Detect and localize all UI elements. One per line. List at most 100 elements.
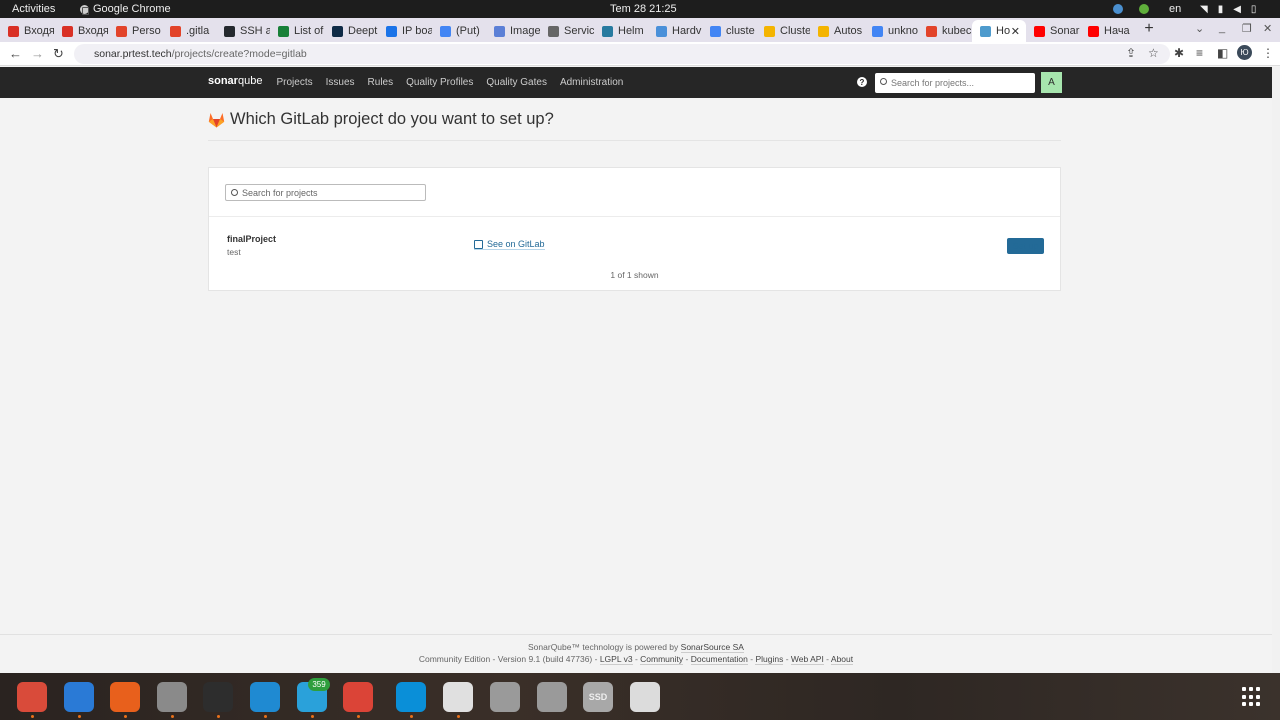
footer-link[interactable]: LGPL v3 <box>599 654 633 665</box>
forward-icon[interactable]: → <box>31 46 44 61</box>
browser-tab[interactable]: Входя <box>54 20 108 42</box>
vscode-icon[interactable] <box>250 682 280 712</box>
footer-separator: - <box>783 654 791 664</box>
browser-tab[interactable]: Входя <box>0 20 54 42</box>
activities-button[interactable]: Activities <box>12 3 55 15</box>
drive-icon[interactable] <box>490 682 520 712</box>
app-center-icon[interactable] <box>110 682 140 712</box>
close-tab-icon[interactable]: ✕ <box>1011 25 1020 38</box>
writer-icon[interactable] <box>64 682 94 712</box>
back-icon[interactable]: ← <box>9 46 22 61</box>
ssd-icon[interactable]: SSD <box>583 682 613 712</box>
address-bar-row: ← → ↻ sonar.prtest.tech/projects/create?… <box>0 42 1280 66</box>
close-window-icon[interactable]: ✕ <box>1263 22 1272 35</box>
reload-icon[interactable]: ↻ <box>53 46 64 62</box>
helm-icon <box>602 25 613 37</box>
footer-link[interactable]: About <box>830 654 854 665</box>
browser-tab[interactable]: Helm <box>594 20 648 42</box>
tray-app-icon[interactable] <box>1113 4 1123 14</box>
global-search-input[interactable]: Search for projects... <box>875 73 1035 93</box>
profile-avatar[interactable]: Ю <box>1237 45 1252 60</box>
browser-tab[interactable]: Perso <box>108 20 162 42</box>
tab-strip: Входя Входя Perso .gitla SSH a List of Deept IP… <box>0 18 1280 42</box>
language-indicator[interactable]: en <box>1169 3 1181 15</box>
tray-check-icon[interactable] <box>1139 4 1149 14</box>
browser-tab[interactable]: List of <box>270 20 324 42</box>
gmail-icon <box>62 25 73 37</box>
system-top-bar: Activities Google Chrome Tem 28 21:25 en… <box>0 0 1280 18</box>
tab-label: IP boa <box>402 25 432 37</box>
footer-divider <box>0 634 1272 635</box>
github-icon <box>224 25 235 37</box>
nav-projects[interactable]: Projects <box>277 77 313 88</box>
gitlab-project-list-card: Search for projects finalProject test Se… <box>208 167 1061 291</box>
app-menu[interactable]: Google Chrome <box>80 3 171 15</box>
wave-icon <box>656 25 667 37</box>
new-tab-button[interactable]: + <box>1134 20 1164 42</box>
terminal-icon[interactable] <box>203 682 233 712</box>
page-scrollbar[interactable] <box>1272 67 1280 673</box>
url-field[interactable]: sonar.prtest.tech/projects/create?mode=g… <box>74 44 1170 64</box>
reading-list-icon[interactable]: ≡ <box>1196 46 1203 60</box>
nav-administration[interactable]: Administration <box>560 77 623 88</box>
browser-tab[interactable]: Autos <box>810 20 864 42</box>
browser-tab[interactable]: cluste <box>702 20 756 42</box>
share-icon[interactable]: ⇪ <box>1126 46 1136 60</box>
extensions-icon[interactable]: ✱ <box>1174 46 1184 60</box>
side-panel-icon[interactable]: ◧ <box>1217 46 1228 60</box>
tab-label: Autos <box>834 25 863 37</box>
sonarqube-logo[interactable]: sonarqube <box>208 75 262 87</box>
user-avatar[interactable]: A <box>1041 72 1062 93</box>
skype-icon[interactable] <box>396 682 426 712</box>
restore-icon[interactable]: ❐ <box>1242 22 1252 35</box>
project-search-input[interactable]: Search for projects <box>225 184 426 201</box>
minimize-icon[interactable]: _ <box>1219 22 1225 34</box>
footer-link[interactable]: Plugins <box>755 654 784 665</box>
nav-issues[interactable]: Issues <box>326 77 355 88</box>
help-icon[interactable]: ? <box>857 77 867 87</box>
nav-quality-profiles[interactable]: Quality Profiles <box>406 77 473 88</box>
tab-search-icon[interactable]: ⌄ <box>1195 22 1204 35</box>
set-up-button[interactable]: Set up <box>1007 238 1044 254</box>
settings-icon[interactable] <box>157 682 187 712</box>
global-search-placeholder: Search for projects... <box>891 78 975 88</box>
menu-dots-icon[interactable]: ⋮ <box>1262 46 1274 60</box>
browser-tab[interactable]: Image <box>486 20 540 42</box>
clock[interactable]: Tem 28 21:25 <box>610 3 677 15</box>
footer-powered-by: SonarQube™ technology is powered by Sona… <box>0 642 1272 653</box>
tab-label: Ho <box>996 25 1011 37</box>
browser-tab[interactable]: kubec <box>918 20 972 42</box>
footer-link[interactable]: Web API <box>790 654 824 665</box>
show-apps-icon[interactable] <box>1242 687 1262 707</box>
bookmark-star-icon[interactable]: ☆ <box>1148 46 1159 60</box>
files-icon[interactable] <box>17 682 47 712</box>
browser-tab[interactable]: SSH a <box>216 20 270 42</box>
browser-tab[interactable]: IP boa <box>378 20 432 42</box>
browser-tab[interactable]: unkno <box>864 20 918 42</box>
browser-tab[interactable]: Ho ✕ <box>972 20 1026 42</box>
browser-tab[interactable]: .gitla <box>162 20 216 42</box>
browser-tab[interactable]: Cluste <box>756 20 810 42</box>
trash-icon[interactable] <box>630 682 660 712</box>
inkscape-icon[interactable] <box>443 682 473 712</box>
nav-quality-gates[interactable]: Quality Gates <box>486 77 547 88</box>
browser-tab[interactable]: (Put) <box>432 20 486 42</box>
drive-icon-2[interactable] <box>537 682 567 712</box>
browser-tab[interactable]: Deept <box>324 20 378 42</box>
browser-tab[interactable]: Hardv <box>648 20 702 42</box>
see-on-gitlab-link[interactable]: See on GitLab <box>474 239 545 250</box>
nav-rules[interactable]: Rules <box>368 77 394 88</box>
sonarsource-link[interactable]: SonarSource SA <box>680 642 744 653</box>
gear-icon <box>548 25 559 37</box>
browser-tab[interactable]: Нача <box>1080 20 1134 42</box>
browser-tab[interactable]: Sonar <box>1026 20 1080 42</box>
tab-label: Нача <box>1104 25 1130 37</box>
system-status[interactable]: ◥ ▮ ◀ ▯ <box>1200 4 1256 15</box>
running-indicator <box>264 715 267 718</box>
deepl-icon <box>332 25 343 37</box>
chrome-icon[interactable] <box>343 682 373 712</box>
footer-link[interactable]: Documentation <box>690 654 748 665</box>
lock-icon[interactable] <box>82 7 89 15</box>
browser-tab[interactable]: Servic <box>540 20 594 42</box>
footer-link[interactable]: Community <box>640 654 684 665</box>
